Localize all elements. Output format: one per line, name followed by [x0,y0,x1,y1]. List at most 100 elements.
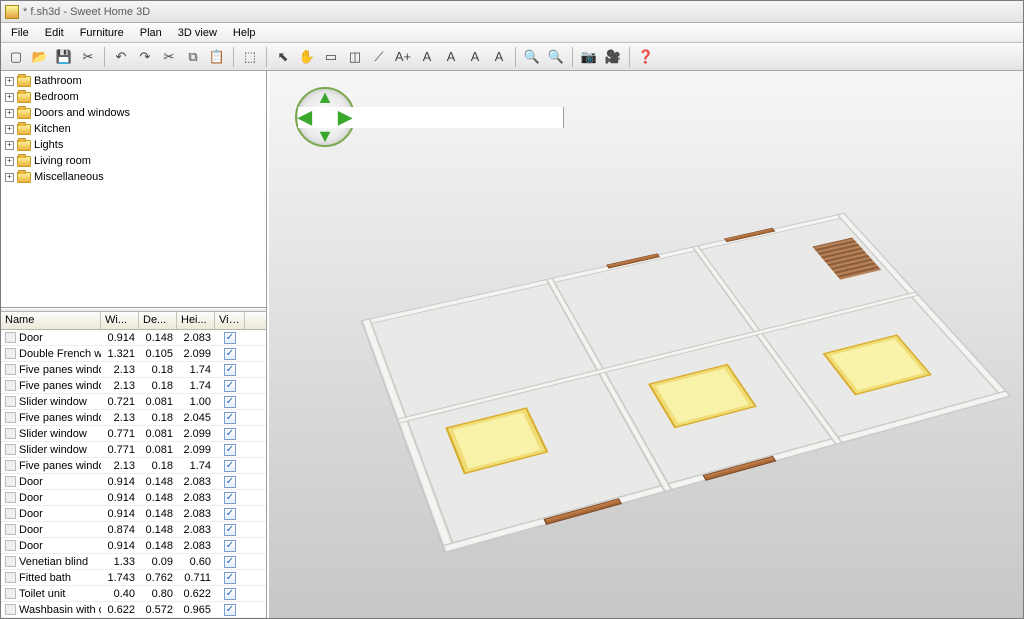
cell-visible[interactable]: ✓ [215,378,245,393]
table-row[interactable]: Slider window0.7710.0812.099✓ [1,426,266,442]
cell-visible[interactable]: ✓ [215,346,245,361]
checkbox-icon[interactable]: ✓ [224,604,236,616]
table-row[interactable]: Door0.9140.1482.083✓ [1,474,266,490]
zoom-out-icon[interactable]: 🔍 [545,46,567,68]
increase-text-icon[interactable]: A [488,46,510,68]
cell-visible[interactable]: ✓ [215,458,245,473]
help-icon[interactable]: ❓ [635,46,657,68]
cell-visible[interactable]: ✓ [215,602,245,617]
cell-visible[interactable]: ✓ [215,538,245,553]
cell-visible[interactable]: ✓ [215,426,245,441]
save-icon[interactable]: 💾 [53,46,75,68]
pan-icon[interactable]: ✋ [296,46,318,68]
redo-icon[interactable]: ↷ [134,46,156,68]
table-row[interactable]: Five panes window2.130.181.74✓ [1,362,266,378]
table-row[interactable]: Door0.9140.1482.083✓ [1,330,266,346]
table-row[interactable]: Door0.9140.1482.083✓ [1,506,266,522]
catalog-item[interactable]: +Living room [5,153,262,169]
table-row[interactable]: Five panes window2.130.181.74✓ [1,378,266,394]
cell-visible[interactable]: ✓ [215,362,245,377]
catalog-item[interactable]: +Bathroom [5,73,262,89]
create-polyline-icon[interactable]: ⟋ [368,46,390,68]
checkbox-icon[interactable]: ✓ [224,556,236,568]
checkbox-icon[interactable]: ✓ [224,412,236,424]
table-row[interactable]: Washbasin with ca...0.6220.5720.965✓ [1,602,266,618]
3d-viewport[interactable]: ▲ ▼ ◀ ▶ [267,71,1023,618]
add-furniture-icon[interactable]: ⬚ [239,46,261,68]
expand-icon[interactable]: + [5,141,14,150]
menu-file[interactable]: File [3,25,37,41]
catalog-item[interactable]: +Doors and windows [5,105,262,121]
arrow-up-icon[interactable]: ▲ [316,87,334,108]
open-icon[interactable]: 📂 [29,46,51,68]
cell-visible[interactable]: ✓ [215,330,245,345]
cell-visible[interactable]: ✓ [215,506,245,521]
catalog-tree[interactable]: +Bathroom+Bedroom+Doors and windows+Kitc… [1,71,266,308]
create-walls-icon[interactable]: ▭ [320,46,342,68]
arrow-right-icon[interactable]: ▶ [338,107,352,128]
create-photo-icon[interactable]: 📷 [578,46,600,68]
table-row[interactable]: Slider window0.7710.0812.099✓ [1,442,266,458]
checkbox-icon[interactable]: ✓ [224,444,236,456]
checkbox-icon[interactable]: ✓ [224,572,236,584]
expand-icon[interactable]: + [5,77,14,86]
cell-visible[interactable]: ✓ [215,410,245,425]
cell-visible[interactable]: ✓ [215,442,245,457]
create-video-icon[interactable]: 🎥 [602,46,624,68]
cell-visible[interactable]: ✓ [215,586,245,601]
checkbox-icon[interactable]: ✓ [224,332,236,344]
catalog-item[interactable]: +Lights [5,137,262,153]
table-row[interactable]: Five panes window2.130.181.74✓ [1,458,266,474]
table-row[interactable]: Slider window0.7210.0811.00✓ [1,394,266,410]
paste-icon[interactable]: 📋 [206,46,228,68]
expand-icon[interactable]: + [5,125,14,134]
checkbox-icon[interactable]: ✓ [224,428,236,440]
checkbox-icon[interactable]: ✓ [224,508,236,520]
expand-icon[interactable]: + [5,173,14,182]
bold-icon[interactable]: A [464,46,486,68]
cell-visible[interactable]: ✓ [215,490,245,505]
create-rooms-icon[interactable]: ◫ [344,46,366,68]
preferences-icon[interactable]: ✂ [77,46,99,68]
catalog-item[interactable]: +Bedroom [5,89,262,105]
col-width[interactable]: Wi... [101,312,139,329]
arrow-down-icon[interactable]: ▼ [316,126,334,147]
catalog-item[interactable]: +Kitchen [5,121,262,137]
catalog-item[interactable]: +Miscellaneous [5,169,262,185]
table-row[interactable]: Venetian blind1.330.090.60✓ [1,554,266,570]
col-depth[interactable]: De... [139,312,177,329]
create-dimensions-icon[interactable]: A+ [392,46,414,68]
checkbox-icon[interactable]: ✓ [224,492,236,504]
expand-icon[interactable]: + [5,109,14,118]
table-row[interactable]: Door0.9140.1482.083✓ [1,490,266,506]
table-row[interactable]: Door0.9140.1482.083✓ [1,538,266,554]
table-row[interactable]: Five panes window2.130.182.045✓ [1,410,266,426]
menu-edit[interactable]: Edit [37,25,72,41]
undo-icon[interactable]: ↶ [110,46,132,68]
checkbox-icon[interactable]: ✓ [224,396,236,408]
checkbox-icon[interactable]: ✓ [224,460,236,472]
checkbox-icon[interactable]: ✓ [224,364,236,376]
cell-visible[interactable]: ✓ [215,522,245,537]
cut-icon[interactable]: ✂ [158,46,180,68]
menu-3dview[interactable]: 3D view [170,25,225,41]
cell-visible[interactable]: ✓ [215,394,245,409]
checkbox-icon[interactable]: ✓ [224,348,236,360]
col-height[interactable]: Hei... [177,312,215,329]
menu-help[interactable]: Help [225,25,264,41]
copy-icon[interactable]: ⧉ [182,46,204,68]
furniture-rows[interactable]: Door0.9140.1482.083✓Double French win...… [1,330,266,618]
cell-visible[interactable]: ✓ [215,554,245,569]
select-icon[interactable]: ⬉ [272,46,294,68]
navigation-compass[interactable]: ▲ ▼ ◀ ▶ [295,87,355,147]
checkbox-icon[interactable]: ✓ [224,588,236,600]
menu-plan[interactable]: Plan [132,25,170,41]
col-name[interactable]: Name [1,312,101,329]
table-row[interactable]: Toilet unit0.400.800.622✓ [1,586,266,602]
italic-icon[interactable]: A [440,46,462,68]
table-row[interactable]: Door0.8740.1482.083✓ [1,522,266,538]
table-row[interactable]: Double French win...1.3210.1052.099✓ [1,346,266,362]
cell-visible[interactable]: ✓ [215,570,245,585]
table-row[interactable]: Fitted bath1.7430.7620.711✓ [1,570,266,586]
col-visible[interactable]: Visi... [215,312,245,329]
